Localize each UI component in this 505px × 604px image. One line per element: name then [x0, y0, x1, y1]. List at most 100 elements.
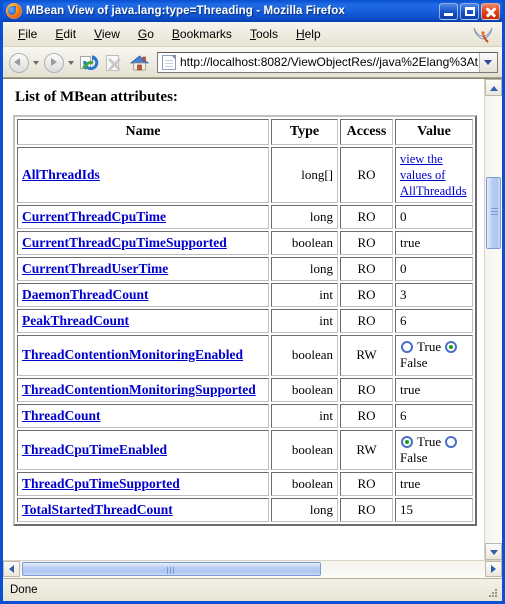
attribute-link[interactable]: PeakThreadCount: [22, 313, 129, 328]
attribute-value-cell: true: [395, 231, 473, 255]
attribute-link[interactable]: TotalStartedThreadCount: [22, 502, 173, 517]
reload-button[interactable]: [77, 50, 101, 74]
scroll-right-icon[interactable]: [485, 561, 502, 577]
attribute-link[interactable]: CurrentThreadCpuTimeSupported: [22, 235, 227, 250]
resize-grip-icon[interactable]: [487, 586, 499, 598]
menu-item-tools[interactable]: Tools: [241, 25, 287, 43]
attribute-name-cell: ThreadContentionMonitoringEnabled: [17, 335, 269, 376]
navigation-toolbar: http://localhost:8082/ViewObjectRes//jav…: [3, 47, 502, 78]
menu-bar: File Edit View Go Bookmarks Tools Help: [3, 22, 502, 47]
attribute-value-cell: 0: [395, 257, 473, 281]
attribute-link[interactable]: ThreadCpuTimeEnabled: [22, 442, 167, 457]
content-area: List of MBean attributes: Name Type Acce…: [3, 78, 502, 560]
attribute-value-cell: True False: [395, 429, 473, 470]
window-controls: [439, 2, 500, 20]
minimize-button[interactable]: [439, 2, 458, 20]
vertical-scrollbar-thumb[interactable]: [486, 177, 501, 249]
attribute-link[interactable]: CurrentThreadCpuTime: [22, 209, 166, 224]
url-dropdown-icon[interactable]: [479, 52, 497, 72]
menu-label-tools: ools: [255, 27, 278, 41]
attribute-type-cell: boolean: [271, 429, 338, 470]
scroll-up-icon[interactable]: [485, 79, 502, 96]
view-values-link[interactable]: view the values of AllThreadIds: [400, 152, 467, 198]
attribute-name-cell: ThreadCpuTimeSupported: [17, 472, 269, 496]
forward-dropdown-icon[interactable]: [67, 51, 76, 73]
firefox-throbber-icon: [472, 24, 494, 44]
horizontal-scrollbar-thumb[interactable]: [22, 562, 321, 576]
table-row: CurrentThreadCpuTimeSupported boolean RO tr…: [17, 231, 473, 255]
home-button[interactable]: [127, 50, 151, 74]
attribute-link[interactable]: ThreadContentionMonitoringSupported: [22, 382, 256, 397]
maximize-button[interactable]: [460, 2, 479, 20]
menu-item-file[interactable]: File: [9, 25, 46, 43]
attribute-access-cell: RO: [340, 257, 393, 281]
menu-item-bookmarks[interactable]: Bookmarks: [163, 25, 241, 43]
attribute-access-cell: RO: [340, 472, 393, 496]
attribute-type-cell: long: [271, 498, 338, 522]
attribute-link[interactable]: ThreadCount: [22, 408, 101, 423]
attribute-access-cell: RO: [340, 205, 393, 229]
radio-true[interactable]: [401, 435, 413, 448]
attribute-name-cell: CurrentThreadCpuTimeSupported: [17, 231, 269, 255]
attribute-name-cell: ThreadCpuTimeEnabled: [17, 429, 269, 470]
attribute-type-cell: int: [271, 283, 338, 307]
menu-label-edit: dit: [63, 27, 77, 41]
vertical-scrollbar[interactable]: [484, 79, 502, 560]
table-row: CurrentThreadUserTime long RO 0: [17, 257, 473, 281]
radio-false-label: False: [400, 449, 428, 465]
attribute-link[interactable]: CurrentThreadUserTime: [22, 261, 168, 276]
attribute-type-cell: int: [271, 309, 338, 333]
menu-label-bookmarks: ookmarks: [179, 27, 232, 41]
page-document-icon: [162, 54, 176, 70]
attribute-value-cell: 6: [395, 403, 473, 428]
attribute-type-cell: boolean: [271, 231, 338, 255]
table-row: ThreadContentionMonitoringEnabled boolean…: [17, 335, 473, 376]
radio-true[interactable]: [401, 341, 413, 353]
radio-false[interactable]: [445, 435, 458, 448]
column-header-value: Value: [395, 119, 473, 145]
attribute-value-cell: 3: [395, 283, 473, 307]
scroll-down-icon[interactable]: [485, 543, 502, 560]
stop-button[interactable]: [102, 50, 126, 74]
attribute-link[interactable]: ThreadCpuTimeSupported: [22, 476, 180, 491]
attribute-link[interactable]: ThreadContentionMonitoringEnabled: [22, 347, 243, 362]
back-dropdown-icon[interactable]: [32, 51, 41, 73]
radio-true-label: True: [417, 433, 442, 449]
mbean-attributes-table: Name Type Access Value AllThreadIds long[…: [13, 115, 477, 526]
firefox-logo-icon: [6, 3, 22, 19]
menu-item-go[interactable]: Go: [129, 25, 163, 43]
attribute-type-cell: long: [271, 205, 338, 229]
horizontal-scrollbar[interactable]: [3, 560, 502, 578]
attribute-access-cell: RW: [340, 335, 393, 376]
address-bar[interactable]: http://localhost:8082/ViewObjectRes//jav…: [157, 51, 498, 73]
page-heading: List of MBean attributes:: [15, 89, 178, 105]
menu-item-view[interactable]: View: [85, 25, 129, 43]
attribute-type-cell: long[]: [271, 147, 338, 203]
radio-false-label: False: [400, 355, 428, 371]
attribute-value-cell: 15: [395, 498, 473, 522]
attribute-name-cell: CurrentThreadUserTime: [17, 257, 269, 281]
status-text: Done: [10, 584, 38, 596]
table-body: AllThreadIds long[] RO view the values of A…: [17, 147, 473, 522]
menu-item-edit[interactable]: Edit: [46, 25, 85, 43]
attribute-access-cell: RO: [340, 147, 393, 203]
attribute-name-cell: DaemonThreadCount: [17, 283, 269, 307]
scroll-left-icon[interactable]: [3, 561, 20, 577]
web-page: List of MBean attributes: Name Type Acce…: [3, 79, 484, 560]
attribute-name-cell: ThreadContentionMonitoringSupported: [17, 377, 269, 402]
url-input[interactable]: http://localhost:8082/ViewObjectRes//jav…: [180, 55, 479, 69]
radio-false[interactable]: [445, 341, 458, 353]
attribute-access-cell: RO: [340, 231, 393, 255]
attribute-type-cell: boolean: [271, 335, 338, 376]
attribute-link[interactable]: AllThreadIds: [22, 167, 100, 182]
attribute-link[interactable]: DaemonThreadCount: [22, 287, 149, 302]
menu-label-go: o: [147, 27, 154, 41]
table-row: ThreadCpuTimeSupported boolean RO true: [17, 472, 473, 496]
menu-item-help[interactable]: Help: [287, 25, 330, 43]
forward-button[interactable]: [42, 50, 66, 74]
attribute-name-cell: AllThreadIds: [17, 147, 269, 203]
back-button[interactable]: [7, 50, 31, 74]
window-title: MBean View of java.lang:type=Threading -…: [26, 5, 345, 17]
attribute-name-cell: TotalStartedThreadCount: [17, 498, 269, 522]
close-button[interactable]: [481, 2, 500, 20]
